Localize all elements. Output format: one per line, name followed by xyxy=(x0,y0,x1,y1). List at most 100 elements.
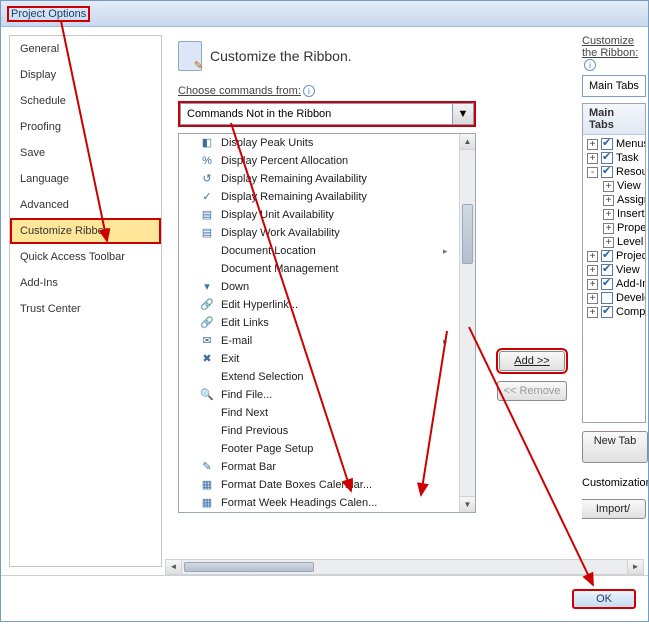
nav-item-schedule[interactable]: Schedule xyxy=(10,88,161,114)
list-item[interactable]: ✖Exit xyxy=(179,350,459,368)
new-tab-button[interactable]: New Tab xyxy=(582,431,648,463)
tree-node[interactable]: +Level xyxy=(603,235,641,249)
list-item[interactable]: Extend Selection xyxy=(179,368,459,386)
tree-node[interactable]: +Menus xyxy=(587,137,641,151)
choose-commands-combo[interactable]: ▼ xyxy=(178,101,476,127)
nav-item-proofing[interactable]: Proofing xyxy=(10,114,161,140)
list-item[interactable]: Find Previous xyxy=(179,422,459,440)
tree-node[interactable]: -Resource xyxy=(587,165,641,179)
choose-commands-value[interactable] xyxy=(180,103,452,125)
expander-icon[interactable]: + xyxy=(587,293,598,304)
scroll-up-icon[interactable]: ▲ xyxy=(460,134,475,150)
expander-icon[interactable]: + xyxy=(603,209,614,220)
expander-icon[interactable]: + xyxy=(587,153,598,164)
expander-icon[interactable]: + xyxy=(587,279,598,290)
expander-icon[interactable]: + xyxy=(587,265,598,276)
h-scroll-thumb[interactable] xyxy=(184,562,314,572)
scroll-right-icon[interactable]: ► xyxy=(627,560,643,574)
expander-icon[interactable]: - xyxy=(587,167,598,178)
list-item[interactable]: ▾Down xyxy=(179,278,459,296)
tree-label: Insert Resource xyxy=(617,208,646,220)
tree-node[interactable]: +Properties xyxy=(603,221,641,235)
import-export-button[interactable]: Import/ xyxy=(582,499,646,519)
list-item[interactable]: ✓Display Remaining Availability xyxy=(179,188,459,206)
list-item[interactable]: 🔗Edit Hyperlink... xyxy=(179,296,459,314)
command-icon: ▦ xyxy=(199,477,215,493)
expander-icon[interactable]: + xyxy=(587,251,598,262)
list-item[interactable]: %Display Percent Allocation xyxy=(179,152,459,170)
expander-icon[interactable]: + xyxy=(603,237,614,248)
checkbox[interactable] xyxy=(601,166,613,178)
command-icon xyxy=(199,423,215,439)
scroll-thumb[interactable] xyxy=(462,204,473,264)
checkbox[interactable] xyxy=(601,250,613,262)
scroll-left-icon[interactable]: ◄ xyxy=(166,560,182,574)
vertical-scrollbar[interactable]: ▲ ▼ xyxy=(459,134,475,512)
list-item[interactable]: ▦Format Date Boxes Calendar... xyxy=(179,476,459,494)
nav-item-save[interactable]: Save xyxy=(10,140,161,166)
tree-label: View xyxy=(617,180,641,192)
list-item[interactable]: Find Next xyxy=(179,404,459,422)
list-item[interactable]: ✉E-mail▸ xyxy=(179,332,459,350)
list-item[interactable]: ↺Display Remaining Availability xyxy=(179,170,459,188)
tree-node[interactable]: +Project xyxy=(587,249,641,263)
ribbon-tabs-combo[interactable]: Main Tabs xyxy=(582,75,646,97)
tree-label: View xyxy=(616,264,640,276)
ribbon-tree[interactable]: Main Tabs +Menus+Task-Resource+View+Assi… xyxy=(582,103,646,423)
list-item[interactable]: 🔍Find File... xyxy=(179,386,459,404)
list-item[interactable]: 🔗Edit Links xyxy=(179,314,459,332)
chevron-down-icon[interactable]: ▼ xyxy=(452,103,474,125)
nav-item-general[interactable]: General xyxy=(10,36,161,62)
info-icon[interactable]: i xyxy=(584,59,596,71)
tree-label: Menus xyxy=(616,138,646,150)
nav-item-quick-access-toolbar[interactable]: Quick Access Toolbar xyxy=(10,244,161,270)
list-item[interactable]: Footer Page Setup xyxy=(179,440,459,458)
list-item[interactable]: ◧Display Peak Units xyxy=(179,134,459,152)
expander-icon[interactable]: + xyxy=(587,307,598,318)
expander-icon[interactable]: + xyxy=(603,223,614,234)
command-icon xyxy=(199,243,215,259)
list-item[interactable]: Document Location▸ xyxy=(179,242,459,260)
command-icon: ✓ xyxy=(199,189,215,205)
tree-node[interactable]: +Add-Ins xyxy=(587,277,641,291)
expander-icon[interactable]: + xyxy=(603,181,614,192)
checkbox[interactable] xyxy=(601,264,613,276)
tree-node[interactable]: +Compare Projects xyxy=(587,305,641,319)
list-item[interactable]: Document Management xyxy=(179,260,459,278)
tree-node[interactable]: + View xyxy=(587,263,641,277)
list-item[interactable]: Formula Bar xyxy=(179,512,459,513)
nav-item-trust-center[interactable]: Trust Center xyxy=(10,296,161,322)
expander-icon[interactable]: + xyxy=(587,139,598,150)
nav-item-add-ins[interactable]: Add-Ins xyxy=(10,270,161,296)
nav-item-display[interactable]: Display xyxy=(10,62,161,88)
list-item[interactable]: ▤Display Work Availability xyxy=(179,224,459,242)
tree-node[interactable]: +Developer xyxy=(587,291,641,305)
checkbox[interactable] xyxy=(601,278,613,290)
nav-item-language[interactable]: Language xyxy=(10,166,161,192)
horizontal-scrollbar[interactable]: ◄ ► xyxy=(165,559,644,575)
command-label: Display Peak Units xyxy=(221,137,313,149)
tree-node[interactable]: +View xyxy=(603,179,641,193)
checkbox[interactable] xyxy=(601,306,613,318)
tree-node[interactable]: +Assignments xyxy=(603,193,641,207)
ok-button[interactable]: OK xyxy=(572,589,636,609)
list-item[interactable]: ✎Format Bar xyxy=(179,458,459,476)
tree-node[interactable]: +Insert Resource xyxy=(603,207,641,221)
checkbox[interactable] xyxy=(601,138,613,150)
list-item[interactable]: ▤Display Unit Availability xyxy=(179,206,459,224)
nav-item-advanced[interactable]: Advanced xyxy=(10,192,161,218)
command-label: Format Week Headings Calen... xyxy=(221,497,377,509)
expander-icon[interactable]: + xyxy=(603,195,614,206)
nav-item-customize-ribbon[interactable]: Customize Ribbon xyxy=(10,218,161,244)
commands-listbox[interactable]: ◧Display Peak Units%Display Percent Allo… xyxy=(178,133,476,513)
info-icon[interactable]: i xyxy=(303,85,315,97)
add-button[interactable]: Add >> xyxy=(499,351,565,371)
list-item[interactable]: ▦Format Week Headings Calen... xyxy=(179,494,459,512)
customize-ribbon-label: Customize the Ribbon:i xyxy=(582,35,646,71)
remove-button[interactable]: << Remove xyxy=(497,381,568,401)
tree-node[interactable]: +Task xyxy=(587,151,641,165)
scroll-down-icon[interactable]: ▼ xyxy=(460,496,475,512)
checkbox[interactable] xyxy=(601,292,613,304)
checkbox[interactable] xyxy=(601,152,613,164)
command-label: Find Next xyxy=(221,407,268,419)
